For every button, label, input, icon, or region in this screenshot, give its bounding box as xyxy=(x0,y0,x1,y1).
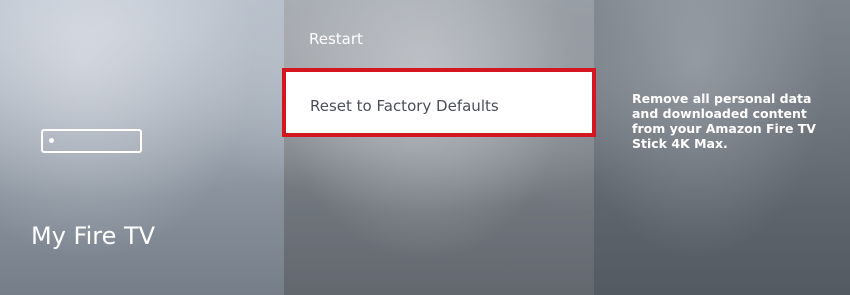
sidebar-panel: My Fire TV xyxy=(0,0,284,295)
page-title: My Fire TV xyxy=(31,222,156,250)
menu-item-reset-factory-defaults[interactable]: Reset to Factory Defaults xyxy=(282,68,596,137)
option-description: Remove all personal data and downloaded … xyxy=(632,91,816,151)
fire-tv-stick-icon xyxy=(41,129,142,153)
menu-item-restart[interactable]: Restart xyxy=(309,30,363,48)
device-led-indicator xyxy=(49,138,54,143)
menu-item-label: Reset to Factory Defaults xyxy=(310,97,499,115)
